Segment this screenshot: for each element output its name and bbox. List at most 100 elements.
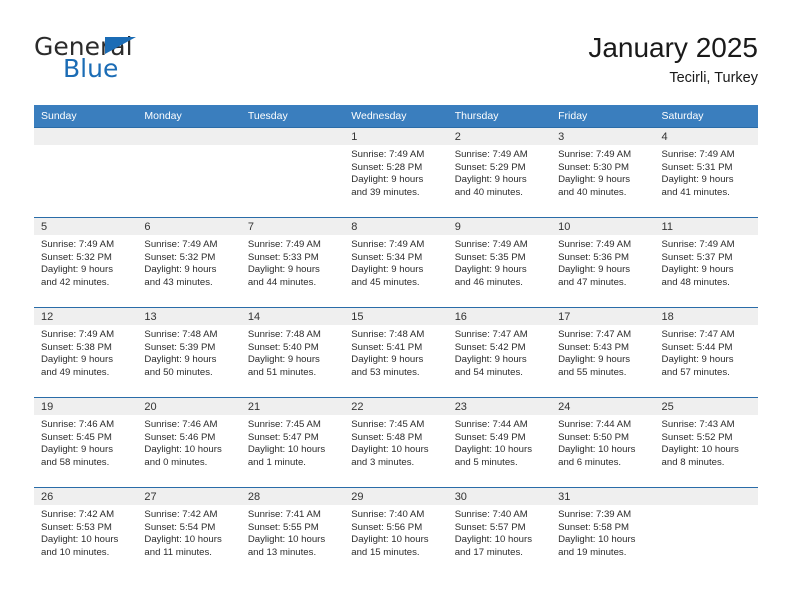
sunrise-line: Sunrise: 7:46 AM [144, 419, 218, 430]
page-subtitle: Tecirli, Turkey [669, 70, 758, 86]
calendar-day-cell[interactable]: 6 Sunrise: 7:49 AM Sunset: 5:32 PM Daylight… [137, 217, 241, 308]
day-details: Sunrise: 7:45 AM Sunset: 5:48 PM Daylight:… [344, 415, 447, 469]
sunrise-line: Sunrise: 7:47 AM [558, 329, 632, 340]
daylight-line-2: and 51 minutes. [247, 366, 317, 378]
day-number: 26 [34, 488, 138, 505]
calendar-day-cell[interactable]: 27 Sunrise: 7:42 AM Sunset: 5:54 PM Dayligh… [137, 487, 241, 578]
daylight-line-1: Daylight: 10 hours [351, 444, 429, 456]
calendar-grid: Sunday Monday Tuesday Wednesday Thursday Frid… [34, 105, 758, 578]
daylight-line-2: and 13 minutes. [247, 546, 317, 558]
calendar-day-cell[interactable]: 31 Sunrise: 7:39 AM Sunset: 5:58 PM Dayligh… [551, 487, 655, 578]
day-number: 24 [551, 398, 655, 415]
day-number: 30 [447, 488, 552, 505]
calendar-week-row: 5 Sunrise: 7:49 AM Sunset: 5:32 PM Daylight… [34, 217, 758, 308]
day-number: 17 [551, 308, 655, 325]
calendar-day-cell[interactable]: 21 Sunrise: 7:45 AM Sunset: 5:47 PM Dayligh… [240, 397, 345, 488]
daylight-line-2: and 40 minutes. [558, 186, 627, 198]
calendar-day-cell[interactable]: 17 Sunrise: 7:47 AM Sunset: 5:43 PM Dayligh… [551, 307, 655, 398]
calendar-day-cell[interactable]: 2 Sunrise: 7:49 AM Sunset: 5:29 PM Daylight… [447, 127, 552, 218]
calendar-day-cell[interactable]: 29 Sunrise: 7:40 AM Sunset: 5:56 PM Dayligh… [344, 487, 448, 578]
brand-logo[interactable]: General Blue [34, 34, 254, 90]
calendar-day-cell[interactable]: 10 Sunrise: 7:49 AM Sunset: 5:36 PM Dayligh… [551, 217, 655, 308]
calendar-day-cell[interactable]: 18 Sunrise: 7:47 AM Sunset: 5:44 PM Dayligh… [654, 307, 758, 398]
daylight-line-2: and 11 minutes. [144, 546, 212, 558]
calendar-week-row: 1 Sunrise: 7:49 AM Sunset: 5:28 PM Daylight… [34, 127, 758, 218]
calendar-day-cell[interactable]: 16 Sunrise: 7:47 AM Sunset: 5:42 PM Dayligh… [447, 307, 552, 398]
daylight-line-1: Daylight: 9 hours [661, 354, 734, 366]
day-number: 4 [654, 128, 758, 145]
calendar-day-cell[interactable]: 22 Sunrise: 7:45 AM Sunset: 5:48 PM Dayligh… [344, 397, 448, 488]
sunrise-line: Sunrise: 7:49 AM [454, 149, 528, 160]
daylight-line-2: and 43 minutes. [144, 276, 213, 288]
sunrise-line: Sunrise: 7:49 AM [661, 239, 735, 250]
calendar-day-cell[interactable]: 19 Sunrise: 7:46 AM Sunset: 5:45 PM Dayligh… [34, 397, 138, 488]
calendar-day-cell[interactable]: 13 Sunrise: 7:48 AM Sunset: 5:39 PM Dayligh… [137, 307, 241, 398]
calendar-day-cell[interactable]: 7 Sunrise: 7:49 AM Sunset: 5:33 PM Daylight… [240, 217, 345, 308]
daylight-line-2: and 45 minutes. [351, 276, 420, 288]
day-details: Sunrise: 7:42 AM Sunset: 5:54 PM Daylight:… [137, 505, 240, 559]
sunset-line: Sunset: 5:31 PM [661, 161, 733, 173]
daylight-line-2: and 0 minutes. [144, 456, 208, 468]
day-details: Sunrise: 7:41 AM Sunset: 5:55 PM Daylight:… [241, 505, 344, 559]
calendar-day-cell[interactable]: 25 Sunrise: 7:43 AM Sunset: 5:52 PM Dayligh… [654, 397, 758, 488]
sunrise-line: Sunrise: 7:49 AM [351, 149, 425, 160]
calendar-day-cell[interactable]: 1 Sunrise: 7:49 AM Sunset: 5:28 PM Daylight… [344, 127, 448, 218]
calendar-day-cell[interactable]: 23 Sunrise: 7:44 AM Sunset: 5:49 PM Dayligh… [447, 397, 552, 488]
calendar-day-cell[interactable]: 30 Sunrise: 7:40 AM Sunset: 5:57 PM Dayligh… [447, 487, 552, 578]
sunset-line: Sunset: 5:34 PM [351, 251, 423, 263]
sunrise-line: Sunrise: 7:48 AM [144, 329, 218, 340]
daylight-line-1: Daylight: 10 hours [247, 534, 326, 546]
sunset-line: Sunset: 5:43 PM [558, 341, 630, 353]
title-block: January 2025 Tecirli, Turkey [588, 30, 758, 88]
day-number: 5 [34, 218, 138, 235]
calendar-day-cell[interactable]: 3 Sunrise: 7:49 AM Sunset: 5:30 PM Daylight… [551, 127, 655, 218]
calendar-day-cell[interactable]: 9 Sunrise: 7:49 AM Sunset: 5:35 PM Daylight… [447, 217, 552, 308]
calendar-day-cell[interactable]: 26 Sunrise: 7:42 AM Sunset: 5:53 PM Dayligh… [34, 487, 138, 578]
daylight-line-1: Daylight: 10 hours [454, 534, 533, 546]
day-number: 19 [34, 398, 138, 415]
daylight-line-2: and 58 minutes. [41, 456, 110, 468]
calendar-day-cell[interactable]: 28 Sunrise: 7:41 AM Sunset: 5:55 PM Dayligh… [240, 487, 345, 578]
calendar-day-cell[interactable]: 4 Sunrise: 7:49 AM Sunset: 5:31 PM Daylight… [654, 127, 758, 218]
sunset-line: Sunset: 5:33 PM [247, 251, 319, 263]
day-details: Sunrise: 7:49 AM Sunset: 5:29 PM Daylight:… [448, 145, 551, 199]
calendar-day-cell[interactable]: 12 Sunrise: 7:49 AM Sunset: 5:38 PM Dayligh… [34, 307, 138, 398]
daylight-line-1: Daylight: 9 hours [247, 354, 320, 366]
sunrise-line: Sunrise: 7:49 AM [41, 329, 115, 340]
day-details: Sunrise: 7:47 AM Sunset: 5:44 PM Daylight:… [655, 325, 758, 379]
calendar-day-cell[interactable]: 15 Sunrise: 7:48 AM Sunset: 5:41 PM Dayligh… [344, 307, 448, 398]
calendar-day-cell[interactable]: 24 Sunrise: 7:44 AM Sunset: 5:50 PM Dayligh… [551, 397, 655, 488]
calendar-day-cell[interactable]: 20 Sunrise: 7:46 AM Sunset: 5:46 PM Dayligh… [137, 397, 241, 488]
day-number: 15 [344, 308, 448, 325]
calendar-day-cell[interactable]: 14 Sunrise: 7:48 AM Sunset: 5:40 PM Dayligh… [240, 307, 345, 398]
sunset-line: Sunset: 5:42 PM [454, 341, 526, 353]
day-number: 1 [344, 128, 448, 145]
sunset-line: Sunset: 5:50 PM [558, 431, 630, 443]
daylight-line-1: Daylight: 9 hours [41, 444, 113, 456]
day-number: 31 [551, 488, 655, 505]
daylight-line-1: Daylight: 10 hours [558, 534, 636, 546]
daylight-line-1: Daylight: 9 hours [558, 354, 631, 366]
calendar-day-cell[interactable]: 8 Sunrise: 7:49 AM Sunset: 5:34 PM Daylight… [344, 217, 448, 308]
page-title: January 2025 [588, 32, 758, 63]
daylight-line-1: Daylight: 9 hours [558, 264, 631, 276]
calendar-day-cell[interactable]: 5 Sunrise: 7:49 AM Sunset: 5:32 PM Daylight… [34, 217, 138, 308]
daylight-line-1: Daylight: 9 hours [454, 264, 527, 276]
sunset-line: Sunset: 5:35 PM [454, 251, 526, 263]
sunset-line: Sunset: 5:44 PM [661, 341, 733, 353]
sunset-line: Sunset: 5:47 PM [247, 431, 319, 443]
calendar-day-cell[interactable]: 11 Sunrise: 7:49 AM Sunset: 5:37 PM Dayligh… [654, 217, 758, 308]
sunrise-line: Sunrise: 7:46 AM [41, 419, 115, 430]
daylight-line-1: Daylight: 9 hours [144, 264, 217, 276]
daylight-line-1: Daylight: 10 hours [351, 534, 429, 546]
day-details: Sunrise: 7:43 AM Sunset: 5:52 PM Daylight:… [655, 415, 758, 469]
calendar-day-cell-empty [240, 127, 345, 218]
sunset-line: Sunset: 5:28 PM [351, 161, 423, 173]
sunrise-line: Sunrise: 7:49 AM [351, 239, 425, 250]
sunrise-line: Sunrise: 7:43 AM [661, 419, 735, 430]
page-header: General Blue January 2025 Tecirli, Turke… [34, 30, 758, 98]
calendar-week-row: 26 Sunrise: 7:42 AM Sunset: 5:53 PM Dayligh… [34, 487, 758, 578]
day-number: 23 [447, 398, 552, 415]
weekday-header-saturday: Saturday [654, 105, 758, 128]
day-number [137, 128, 241, 145]
